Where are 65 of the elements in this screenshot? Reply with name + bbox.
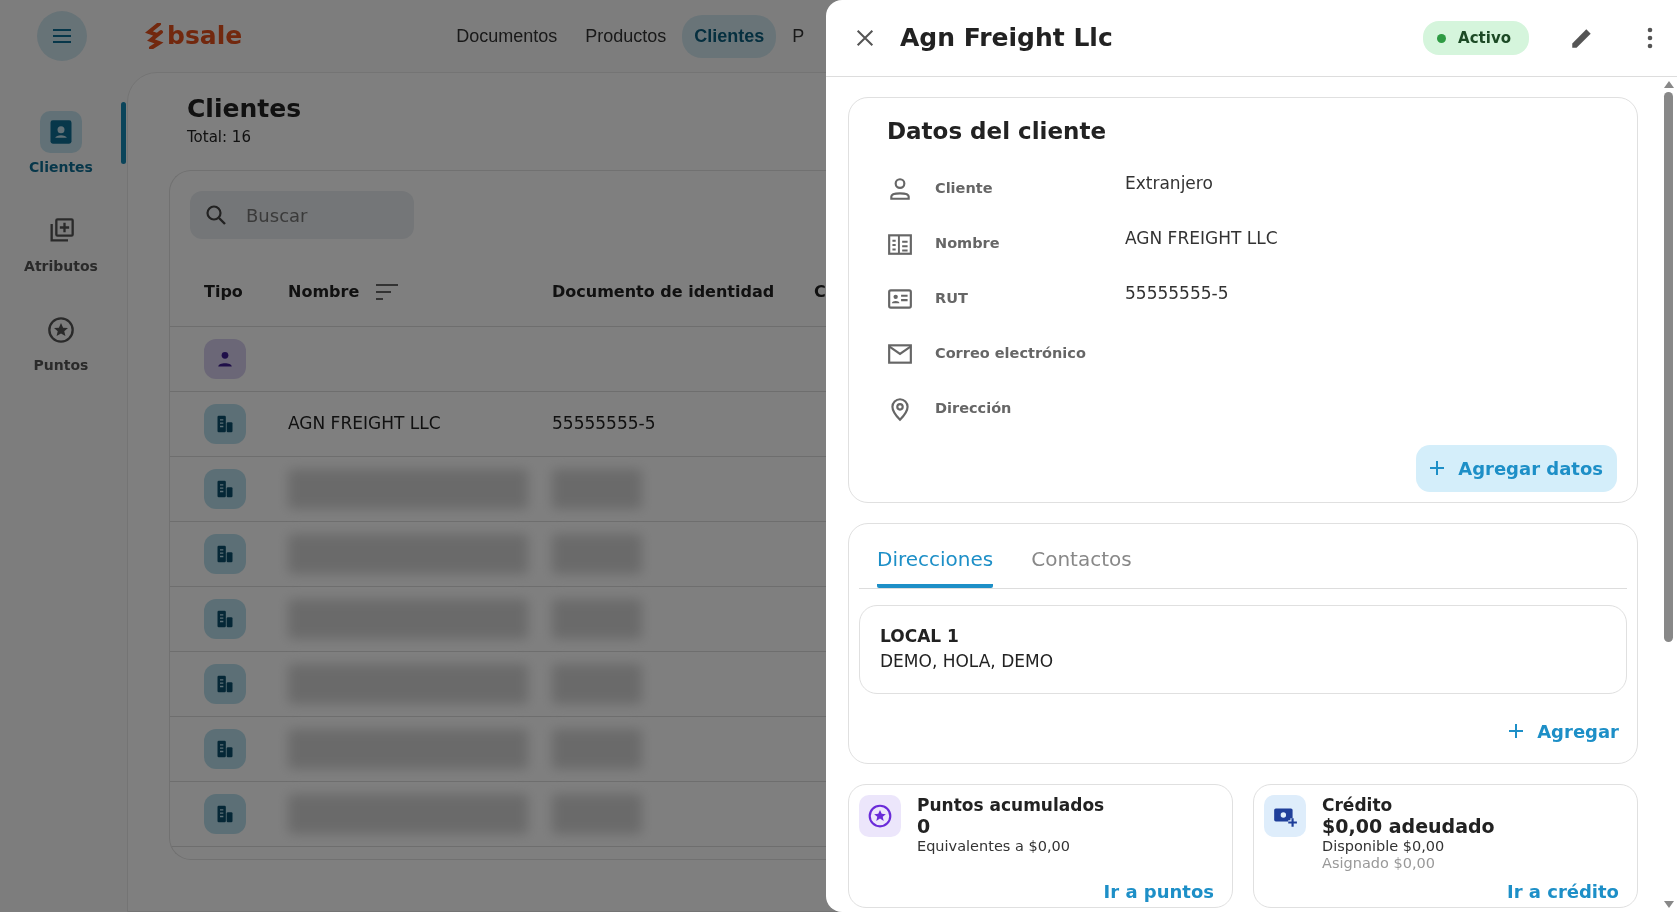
column-header: Nombre [288, 280, 360, 303]
building-icon [215, 414, 235, 434]
total-count: Total: 16 [187, 126, 251, 148]
address-card[interactable]: LOCAL 1 DEMO, HOLA, DEMO [859, 604, 1627, 694]
more-icon [1647, 27, 1653, 49]
plus-icon [1430, 461, 1445, 476]
summary-link[interactable]: Ir a puntos [1103, 881, 1214, 903]
close-icon [854, 27, 876, 49]
building-icon [215, 544, 235, 564]
page-title: Clientes [187, 93, 302, 125]
field-value: Extranjero [1125, 173, 1213, 194]
status-badge: Activo [1423, 20, 1529, 56]
add-button[interactable]: Agregar [1509, 717, 1619, 745]
tab[interactable]: Direcciones [877, 535, 994, 588]
field-value: AGN FREIGHT LLC [1125, 228, 1278, 249]
address-name: LOCAL 1 [880, 624, 960, 648]
plus-icon [1509, 724, 1524, 739]
column-header: Tipo [204, 280, 243, 303]
field-label: Nombre [935, 234, 1001, 254]
field-label: RUT [935, 289, 969, 309]
summary-detail: Equivalentes a $0,00 [917, 837, 1071, 856]
sort-icon[interactable] [375, 282, 400, 301]
building-icon [215, 739, 235, 759]
building-icon [215, 674, 235, 694]
logo-text: bsale [167, 20, 243, 53]
tab[interactable]: Contactos [1031, 535, 1132, 588]
person-outline-icon [887, 176, 913, 203]
building-icon [215, 479, 235, 499]
summary-detail: Disponible $0,00 [1322, 837, 1446, 856]
star-circle-icon [47, 316, 75, 344]
search-field[interactable]: Buscar [190, 191, 414, 239]
summary-detail: Asignado $0,00 [1322, 855, 1436, 873]
building-outline-icon [887, 231, 913, 258]
building-icon [215, 804, 235, 824]
menu-button[interactable] [37, 11, 87, 61]
panel-title: Agn Freight Llc [900, 23, 1114, 53]
scroll-down-icon [1663, 901, 1674, 908]
logo-icon [145, 23, 165, 49]
nav-link[interactable]: Productos [573, 14, 679, 58]
scroll-up-icon [1663, 81, 1674, 88]
nav-link[interactable]: Documentos [444, 14, 570, 58]
search-icon [204, 203, 228, 227]
summary-title: Crédito [1322, 794, 1394, 815]
star-circle-icon [867, 802, 893, 829]
field-value: 55555555-5 [1125, 283, 1229, 304]
summary-link[interactable]: Ir a crédito [1506, 881, 1619, 903]
sidebar-item[interactable]: Atributos [0, 209, 122, 278]
column-header: C [814, 280, 826, 303]
column-header: Documento de identidad [552, 280, 775, 303]
building-icon [215, 609, 235, 629]
nav-link[interactable]: P [780, 14, 817, 58]
summary-title: Puntos acumulados [917, 794, 1106, 815]
table-cell: 55555555-5 [552, 413, 656, 434]
address-text: DEMO, HOLA, DEMO [880, 650, 1055, 674]
table-cell: AGN FREIGHT LLC [288, 413, 441, 434]
card-title: Datos del cliente [887, 118, 1108, 146]
field-label: Correo electrónico [935, 344, 1087, 364]
summary-value: $0,00 adeudado [1322, 815, 1496, 838]
add-data-button[interactable]: Agregar datos [1416, 444, 1617, 492]
field-label: Dirección [935, 399, 1013, 419]
sidebar-item[interactable]: Puntos [0, 308, 122, 377]
person-icon [216, 350, 234, 368]
nav-link[interactable]: Clientes [682, 14, 777, 58]
summary-value: 0 [917, 815, 932, 838]
field-label: Cliente [935, 179, 994, 199]
